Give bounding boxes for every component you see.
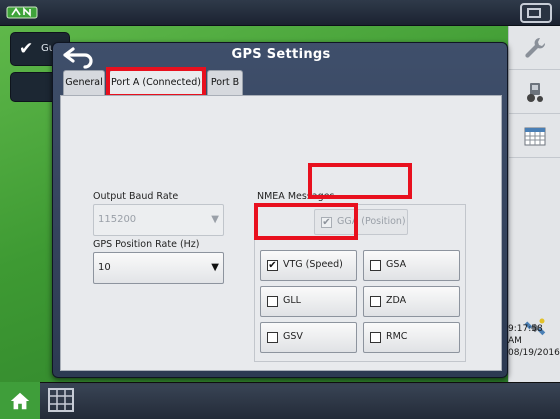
nmea-vtg-button[interactable]: ✔ VTG (Speed) xyxy=(260,250,357,281)
dialog-title: GPS Settings xyxy=(231,47,331,62)
position-rate-label: GPS Position Rate (Hz) xyxy=(93,239,200,250)
dropdown-arrow-icon: ▼ xyxy=(211,214,219,225)
position-rate-dropdown[interactable]: 10 ▼ xyxy=(93,252,224,284)
gps-settings-dialog: GPS Settings General Port A (Connected) … xyxy=(52,42,508,378)
nmea-gsv-button[interactable]: GSV xyxy=(260,322,357,353)
clock-time: 9:17:58 AM xyxy=(508,324,543,346)
home-icon xyxy=(10,392,30,409)
nmea-gga-button[interactable]: ✔ GGA (Position) xyxy=(314,209,408,235)
position-rate-value: 10 xyxy=(98,262,111,273)
baud-rate-label: Output Baud Rate xyxy=(93,191,179,202)
antenna-icon xyxy=(6,6,38,19)
settings-button[interactable] xyxy=(509,26,560,70)
equipment-button[interactable] xyxy=(509,70,560,114)
tab-general[interactable]: General xyxy=(63,70,105,96)
nmea-vtg-label: VTG (Speed) xyxy=(283,259,343,270)
checkbox-icon xyxy=(370,296,381,307)
settings-panel: Output Baud Rate 115200 ▼ GPS Position R… xyxy=(60,95,502,371)
nmea-rmc-label: RMC xyxy=(386,331,408,342)
nmea-gsa-label: GSA xyxy=(386,259,407,270)
nmea-zda-button[interactable]: ZDA xyxy=(363,286,460,317)
bottom-bar xyxy=(0,382,560,419)
dropdown-arrow-icon: ▼ xyxy=(211,262,219,273)
checkbox-icon xyxy=(370,332,381,343)
top-status-bar xyxy=(0,0,560,26)
clock-display: 9:17:58 AM 08/19/2016 xyxy=(508,323,560,359)
nmea-gll-label: GLL xyxy=(283,295,301,306)
home-button[interactable] xyxy=(0,382,40,419)
screen-toggle-button[interactable] xyxy=(520,3,552,23)
tab-port-b[interactable]: Port B xyxy=(207,70,243,96)
nmea-gga-label: GGA (Position) xyxy=(337,216,406,227)
grid-icon[interactable] xyxy=(48,388,74,412)
tab-port-a[interactable]: Port A (Connected) xyxy=(109,70,203,97)
checkbox-icon xyxy=(370,260,381,271)
clock-date: 08/19/2016 xyxy=(508,348,560,358)
nmea-rmc-button[interactable]: RMC xyxy=(363,322,460,353)
baud-rate-value: 115200 xyxy=(98,214,137,225)
tractor-icon xyxy=(527,82,543,102)
checkbox-checked-icon: ✔ xyxy=(267,260,278,271)
nmea-messages-label: NMEA Messages xyxy=(257,191,335,202)
nmea-gsa-button[interactable]: GSA xyxy=(363,250,460,281)
check-icon: ✔ xyxy=(19,39,34,59)
nmea-gll-button[interactable]: GLL xyxy=(260,286,357,317)
calendar-icon xyxy=(524,127,546,145)
checkbox-checked-icon: ✔ xyxy=(321,217,332,228)
calendar-button[interactable] xyxy=(509,114,560,158)
baud-rate-dropdown[interactable]: 115200 ▼ xyxy=(93,204,224,236)
checkbox-icon xyxy=(267,332,278,343)
wrench-icon xyxy=(525,37,546,58)
nmea-gsv-label: GSV xyxy=(283,331,303,342)
checkbox-icon xyxy=(267,296,278,307)
nmea-zda-label: ZDA xyxy=(386,295,407,306)
